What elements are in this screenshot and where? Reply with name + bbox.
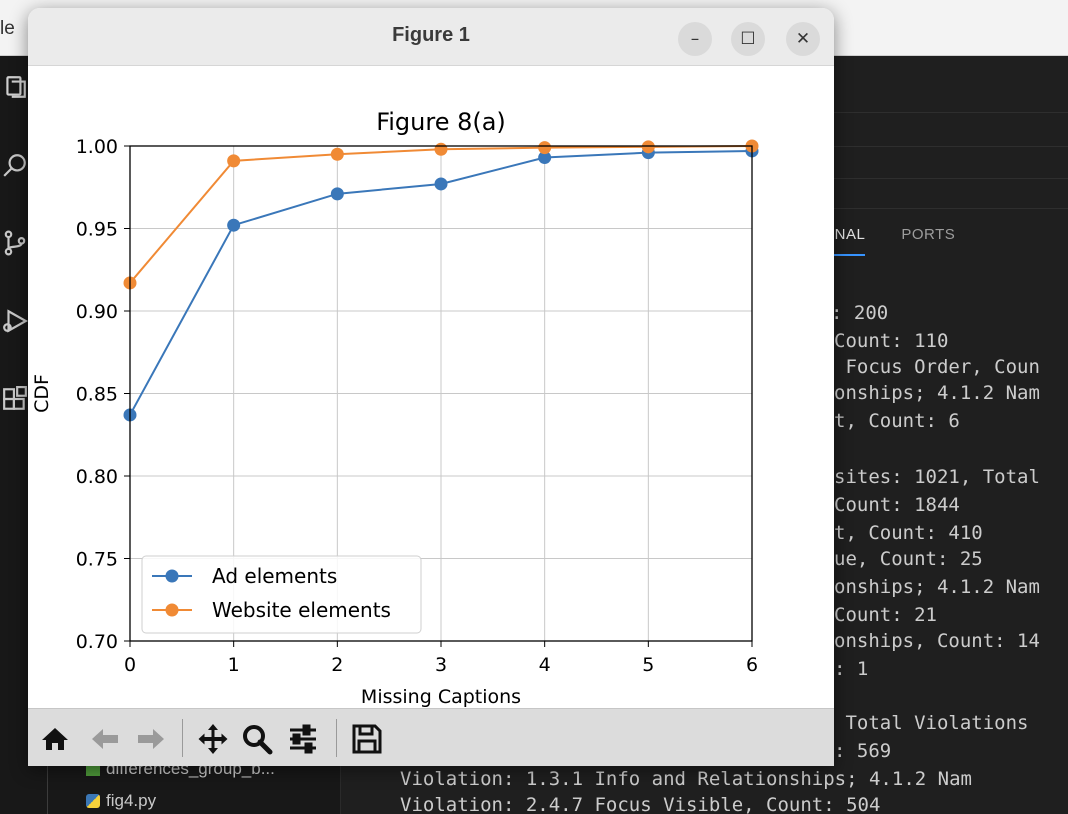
editor-divider: [830, 146, 1068, 147]
terminal-line: Total Violations: [834, 712, 1029, 734]
python-file-icon: [86, 794, 100, 808]
tab-ports[interactable]: PORTS: [901, 226, 955, 256]
terminal-line: ue, Count: 25: [834, 548, 983, 570]
legend-marker: [165, 569, 179, 583]
configure-subplots-icon[interactable]: [286, 722, 320, 756]
minimize-button[interactable]: –: [678, 22, 712, 56]
y-axis-label: CDF: [31, 374, 53, 413]
figure-window[interactable]: Figure 1 – ☐ ✕ 0 1 2 3 4 5 6 0.70 0.75 0.80 0.85 0.…: [28, 8, 834, 766]
home-icon[interactable]: [38, 722, 72, 756]
legend-label: Ad elements: [212, 564, 337, 588]
terminal-line: Violation: 2.4.7 Focus Visible, Count: 5…: [400, 794, 881, 814]
x-tick-label: 1: [228, 654, 240, 676]
terminal-line: t, Count: 410: [834, 522, 983, 544]
vscode-title-fragment: le: [0, 18, 15, 39]
x-tick-label: 4: [539, 654, 551, 676]
terminal-line: Count: 110: [834, 330, 949, 352]
data-point: [434, 177, 448, 191]
data-point: [227, 154, 241, 168]
forward-arrow-icon[interactable]: [134, 722, 168, 756]
y-tick-label: 0.95: [76, 219, 118, 241]
explorer-item-fig4[interactable]: fig4.py: [86, 790, 156, 812]
y-tick-label: 1.00: [76, 136, 118, 158]
explorer-files-icon[interactable]: [2, 74, 28, 100]
terminal-line: Count: 21: [834, 604, 937, 626]
x-tick-label: 3: [435, 654, 447, 676]
explorer-item-label: fig4.py: [106, 791, 157, 810]
x-tick-label: 5: [642, 654, 654, 676]
window-title: Figure 1: [392, 24, 470, 46]
zoom-magnifier-icon[interactable]: [240, 722, 274, 756]
terminal-line: onships, Count: 14: [834, 630, 1040, 652]
terminal-line: : 569: [834, 740, 892, 762]
data-point: [330, 147, 344, 161]
terminal-line: Focus Order, Coun: [834, 356, 1040, 378]
panel-tabs: INAL PORTS: [830, 226, 955, 256]
run-debug-icon[interactable]: [2, 308, 29, 334]
save-disk-icon[interactable]: [350, 722, 384, 756]
y-tick-label: 0.70: [76, 631, 118, 653]
legend-label: Website elements: [212, 598, 391, 622]
toolbar-separator: [182, 719, 183, 757]
cdf-line-chart: 0 1 2 3 4 5 6 0.70 0.75 0.80 0.85 0.90 0.95 1.00 Figur…: [31, 108, 759, 708]
data-point: [330, 187, 344, 201]
terminal-line: Count: 1844: [834, 494, 960, 516]
navigation-toolbar: [28, 708, 834, 766]
editor-divider: [830, 208, 1068, 209]
editor-divider: [830, 178, 1068, 179]
x-tick-label: 0: [124, 654, 136, 676]
data-point: [434, 142, 448, 156]
pan-move-icon[interactable]: [196, 722, 230, 756]
legend-marker: [165, 603, 179, 617]
terminal-line: onships; 4.1.2 Nam: [834, 576, 1040, 598]
extensions-icon[interactable]: [2, 386, 28, 412]
tab-terminal[interactable]: INAL: [830, 226, 866, 256]
y-tick-label: 0.80: [76, 466, 118, 488]
y-tick-label: 0.85: [76, 384, 118, 406]
terminal-line: onships; 4.1.2 Nam: [834, 382, 1040, 404]
data-point: [538, 141, 552, 155]
y-tick-label: 0.90: [76, 301, 118, 323]
terminal-line: Violation: 1.3.1 Info and Relationships;…: [400, 768, 972, 790]
editor-divider: [830, 112, 1068, 113]
chart-title: Figure 8(a): [376, 108, 506, 136]
close-button[interactable]: ✕: [786, 22, 820, 56]
toolbar-separator: [336, 719, 337, 757]
terminal-line: sites: 1021, Total: [834, 466, 1040, 488]
terminal-line: t, Count: 6: [834, 410, 960, 432]
maximize-button[interactable]: ☐: [731, 22, 765, 56]
source-control-icon[interactable]: [2, 230, 28, 256]
terminal-line: : 1: [834, 658, 869, 680]
terminal-line: : 200: [831, 302, 889, 324]
x-tick-label: 6: [746, 654, 758, 676]
data-point: [641, 140, 655, 154]
window-title-bar[interactable]: Figure 1 – ☐ ✕: [28, 8, 834, 66]
y-tick-label: 0.75: [76, 549, 118, 571]
data-point: [227, 218, 241, 232]
back-arrow-icon[interactable]: [88, 722, 122, 756]
x-axis-label: Missing Captions: [361, 686, 521, 708]
plot-canvas[interactable]: 0 1 2 3 4 5 6 0.70 0.75 0.80 0.85 0.90 0.95 1.00 Figur…: [28, 66, 834, 708]
x-tick-label: 2: [331, 654, 343, 676]
search-icon[interactable]: [2, 152, 28, 178]
